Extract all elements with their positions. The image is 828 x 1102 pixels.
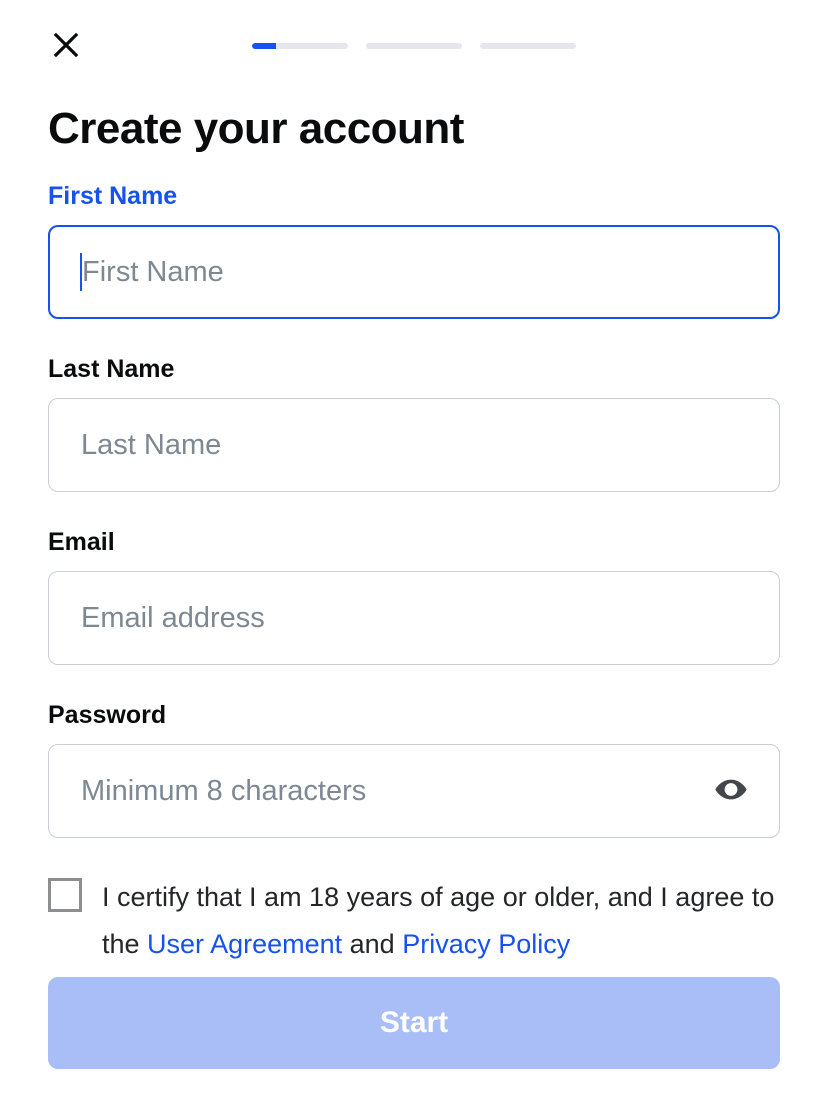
progress-step-3: [480, 43, 576, 49]
email-label: Email: [48, 528, 780, 557]
top-bar: [48, 28, 780, 64]
progress-step-1: [252, 43, 348, 49]
password-label: Password: [48, 701, 780, 730]
last-name-field: Last Name: [48, 355, 780, 492]
toggle-password-visibility-button[interactable]: [706, 765, 756, 818]
consent-row: I certify that I am 18 years of age or o…: [48, 874, 780, 969]
progress-indicator: [252, 43, 576, 49]
last-name-input[interactable]: [48, 398, 780, 492]
page-title: Create your account: [48, 104, 780, 154]
email-input[interactable]: [48, 571, 780, 665]
close-button[interactable]: [48, 28, 84, 64]
text-caret: [80, 253, 82, 291]
consent-text-mid: and: [342, 929, 402, 959]
user-agreement-link[interactable]: User Agreement: [147, 929, 342, 959]
close-icon: [51, 30, 81, 63]
age-consent-checkbox[interactable]: [48, 878, 82, 912]
email-field: Email: [48, 528, 780, 665]
last-name-label: Last Name: [48, 355, 780, 384]
first-name-field: First Name: [48, 182, 780, 319]
progress-step-2: [366, 43, 462, 49]
eye-icon: [714, 773, 748, 810]
privacy-policy-link[interactable]: Privacy Policy: [402, 929, 570, 959]
password-field: Password: [48, 701, 780, 838]
password-input[interactable]: [48, 744, 780, 838]
consent-text: I certify that I am 18 years of age or o…: [102, 874, 780, 969]
first-name-input[interactable]: [48, 225, 780, 319]
start-button[interactable]: Start: [48, 977, 780, 1069]
first-name-label: First Name: [48, 182, 780, 211]
